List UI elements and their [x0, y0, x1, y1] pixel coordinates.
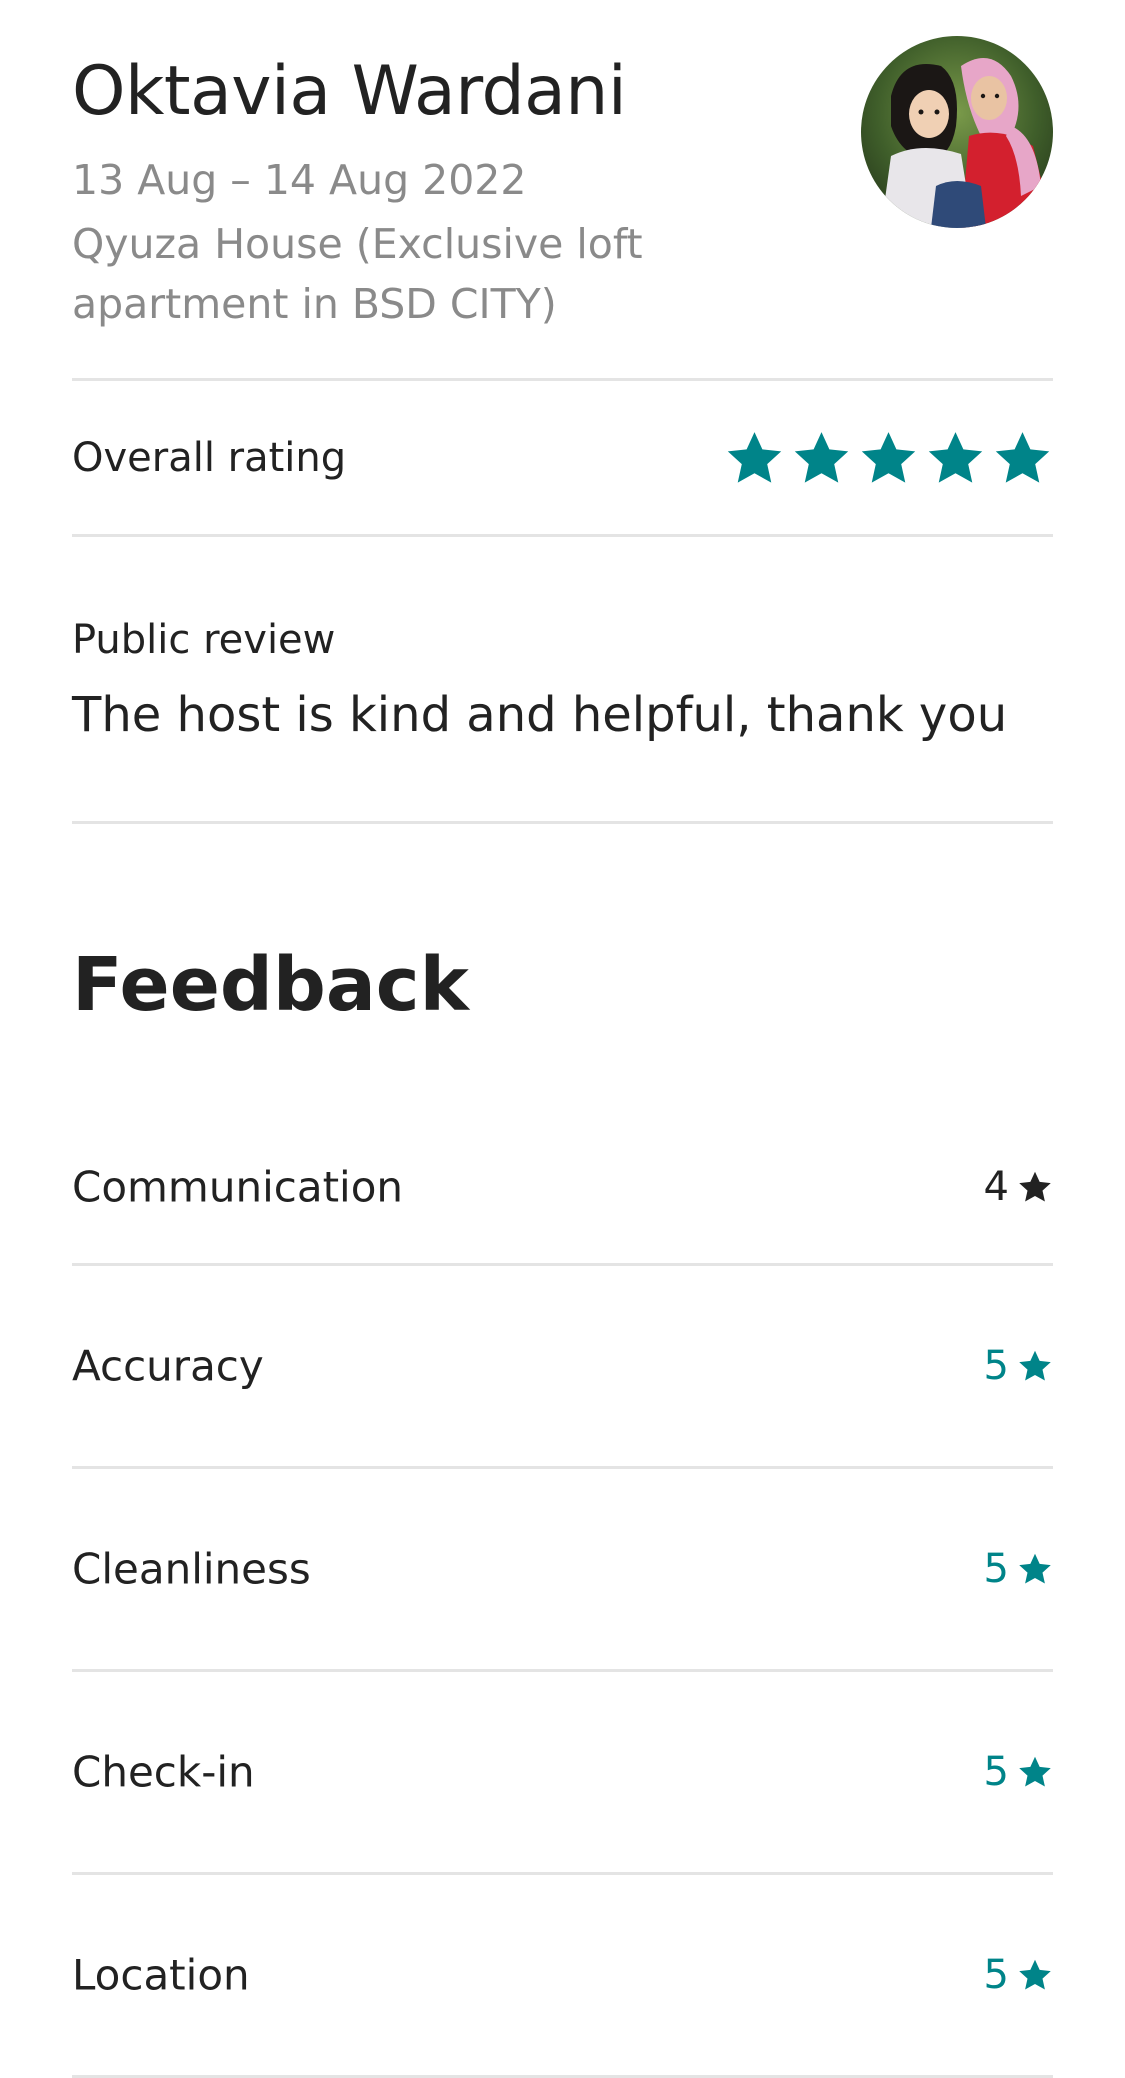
review-detail-page: Oktavia Wardani 13 Aug – 14 Aug 2022 Qyu…: [72, 0, 1053, 2078]
avatar[interactable]: [861, 36, 1053, 228]
feedback-label: Location: [72, 1950, 250, 2000]
feedback-score: 5: [984, 1343, 1053, 1389]
feedback-title: Feedback: [72, 942, 469, 1028]
overall-rating-label: Overall rating: [72, 434, 347, 481]
feedback-row-check-in: Check-in 5: [72, 1672, 1053, 1872]
star-icon: [1019, 1959, 1051, 1990]
feedback-score: 4: [984, 1164, 1053, 1210]
guest-name: Oktavia Wardani: [72, 52, 627, 131]
feedback-score: 5: [984, 1749, 1053, 1795]
feedback-score-value: 5: [983, 1749, 1009, 1795]
public-review-text: The host is kind and helpful, thank you: [72, 687, 1008, 743]
stay-dates: 13 Aug – 14 Aug 2022: [72, 156, 527, 204]
feedback-row-cleanliness: Cleanliness 5: [72, 1469, 1053, 1669]
feedback-score-value: 5: [983, 1343, 1009, 1389]
feedback-row-accuracy: Accuracy 5: [72, 1266, 1053, 1466]
guest-header: Oktavia Wardani 13 Aug – 14 Aug 2022 Qyu…: [72, 0, 1053, 378]
feedback-score-value: 5: [983, 1546, 1009, 1592]
feedback-score-value: 4: [983, 1164, 1009, 1210]
star-icon: [794, 431, 849, 483]
feedback-label: Communication: [72, 1162, 404, 1212]
guest-avatar-photo: [861, 36, 1053, 228]
star-icon: [861, 431, 916, 483]
feedback-score: 5: [984, 1952, 1053, 1998]
feedback-row-location: Location 5: [72, 1875, 1053, 2075]
overall-rating-stars: [724, 427, 1053, 488]
public-review-label: Public review: [72, 617, 336, 663]
star-icon: [1019, 1350, 1051, 1381]
feedback-score: 5: [984, 1546, 1053, 1592]
star-icon: [727, 431, 782, 483]
feedback-score-value: 5: [983, 1952, 1009, 1998]
star-icon: [995, 431, 1050, 483]
overall-rating-row: Overall rating: [72, 381, 1053, 534]
listing-name: Qyuza House (Exclusive loft apartment in…: [72, 220, 643, 328]
feedback-label: Accuracy: [72, 1341, 264, 1391]
feedback-list: Communication 4 Accuracy 5 Cleanliness 5 Check…: [72, 1111, 1053, 2078]
star-icon: [1019, 1756, 1051, 1787]
star-icon: [1019, 1553, 1051, 1584]
feedback-label: Check-in: [72, 1747, 255, 1797]
feedback-heading: Feedback: [72, 824, 1053, 1111]
public-review-section: Public review The host is kind and helpf…: [72, 537, 1053, 821]
feedback-label: Cleanliness: [72, 1544, 311, 1594]
star-icon: [928, 431, 983, 483]
feedback-row-communication: Communication 4: [72, 1111, 1053, 1263]
star-icon: [1019, 1171, 1051, 1202]
